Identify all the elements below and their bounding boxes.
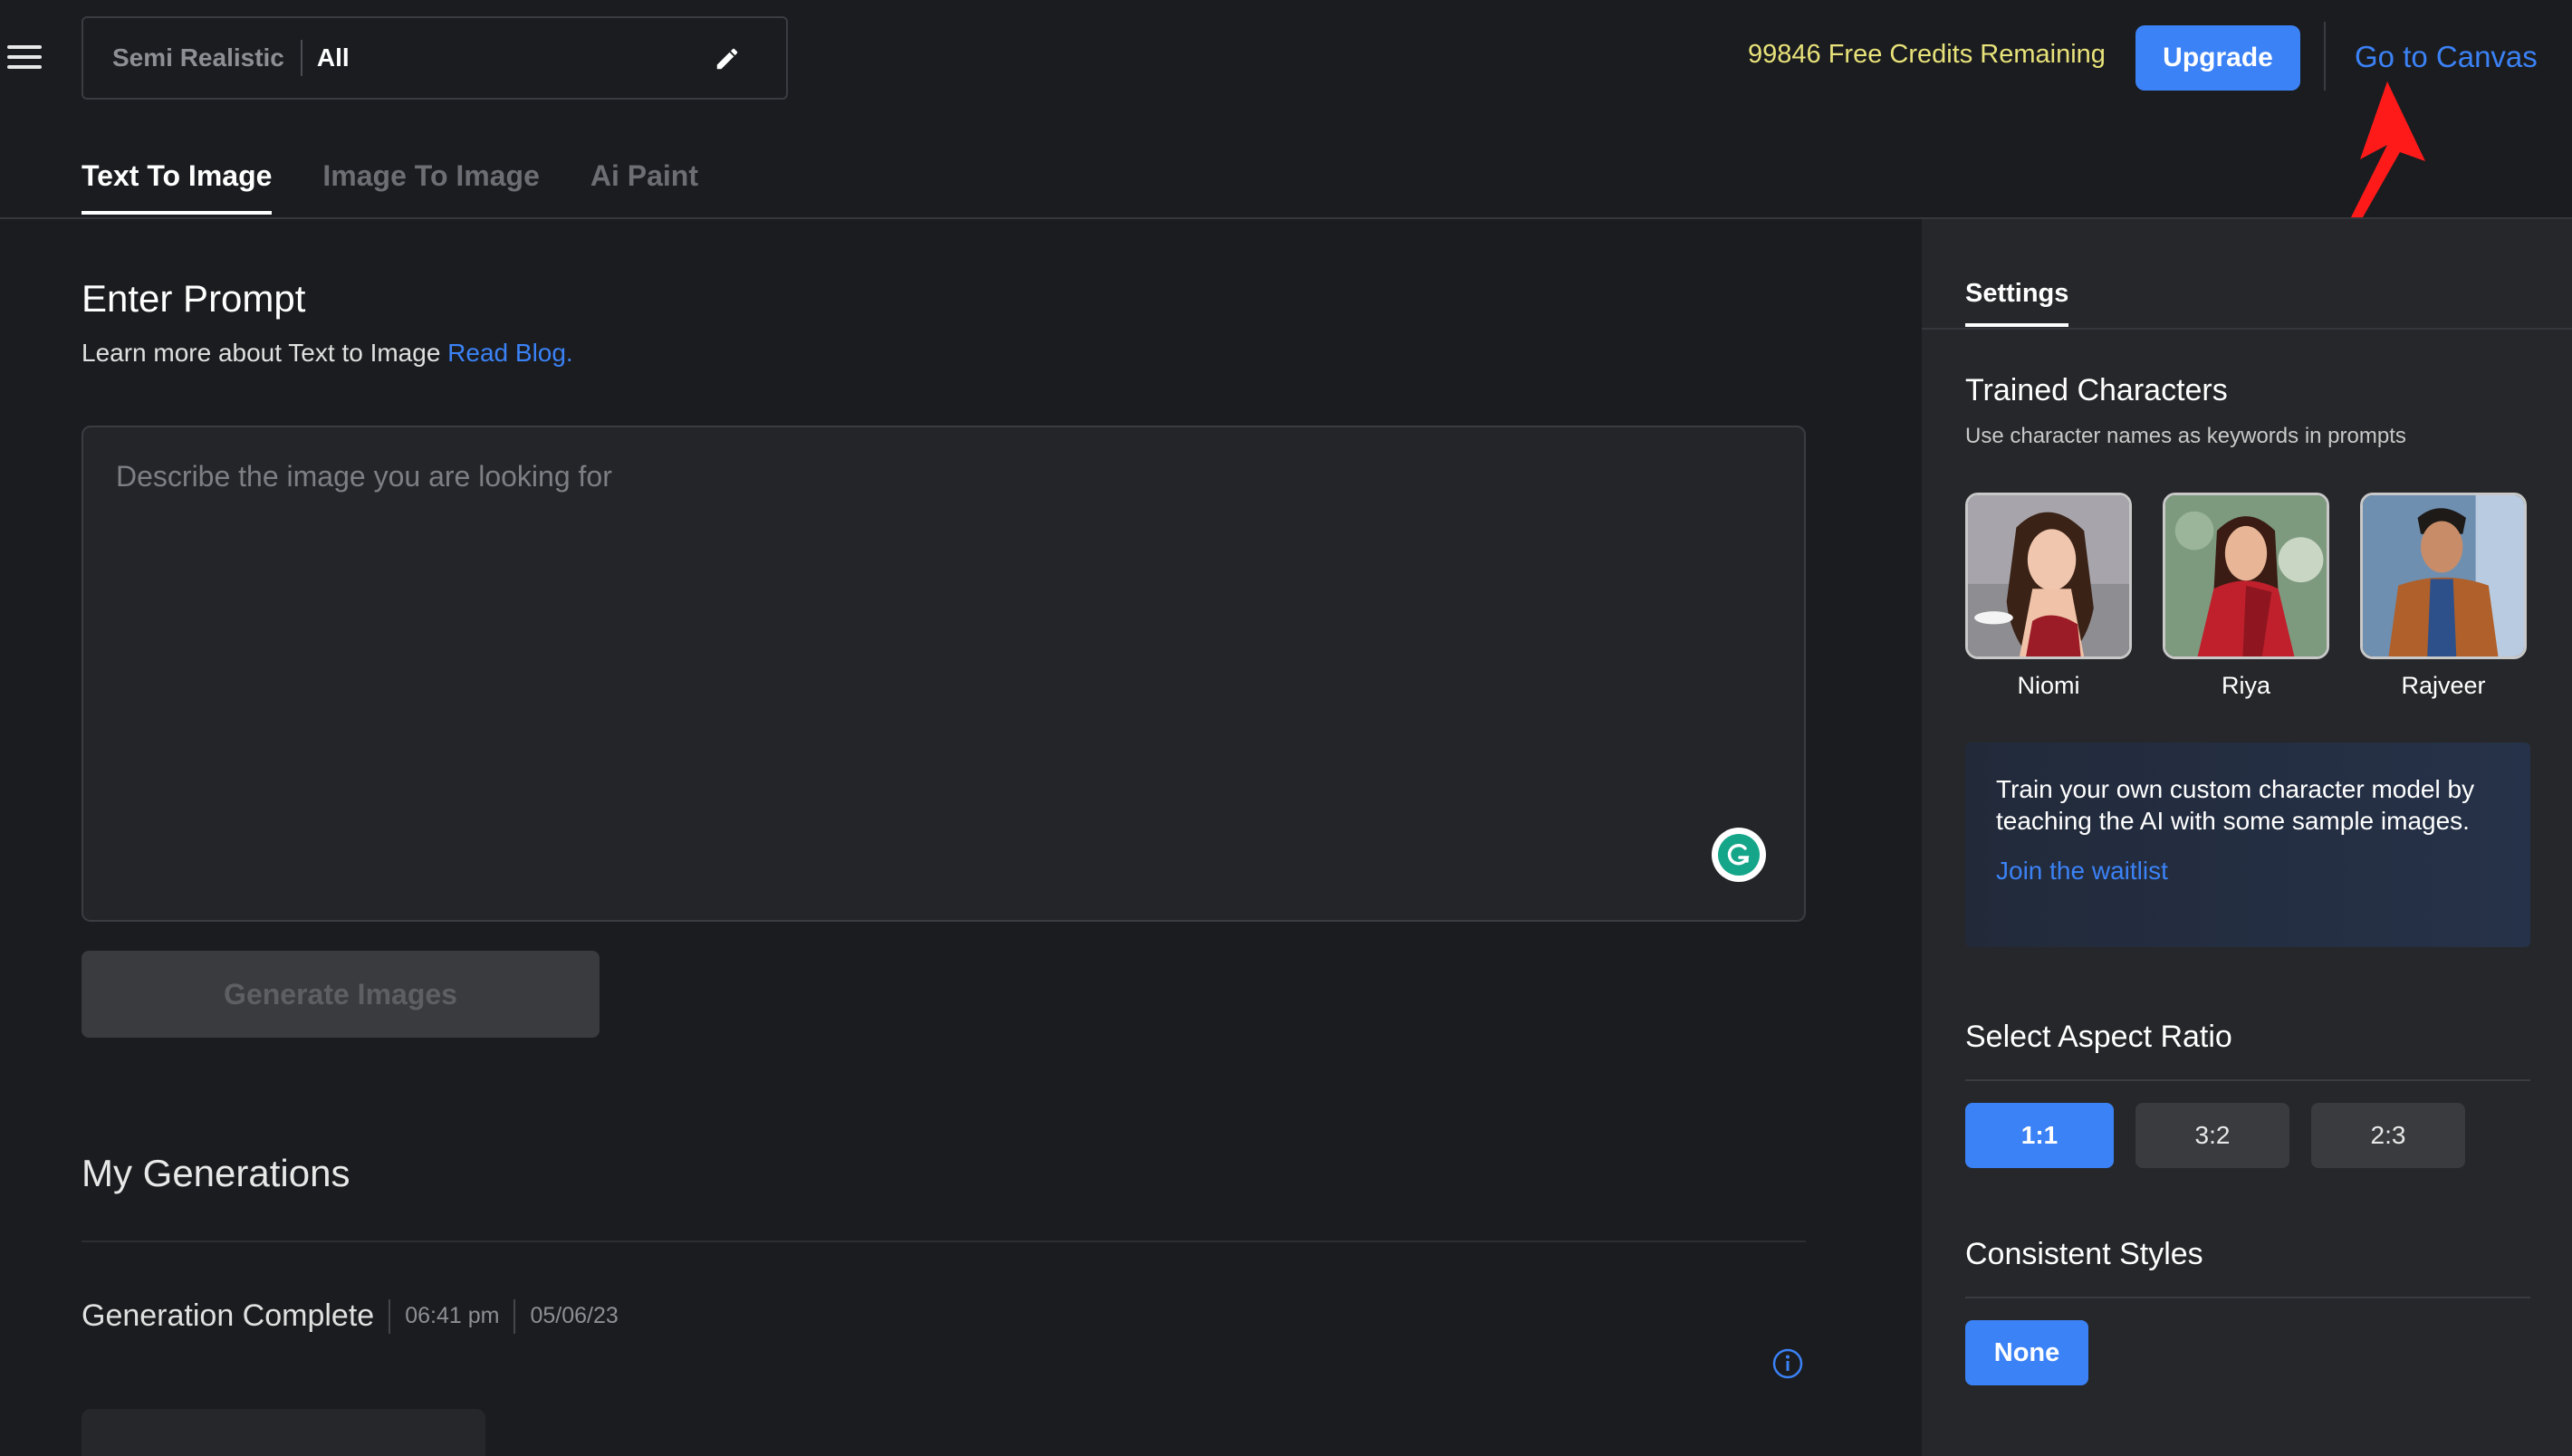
generation-time: 06:41 pm: [405, 1303, 500, 1328]
enter-prompt-title: Enter Prompt: [82, 277, 306, 320]
mode-tabs: Text To Image Image To Image Ai Paint: [82, 159, 698, 215]
character-card[interactable]: Riya: [2163, 493, 2329, 700]
aspect-ratio-options: 1:1 3:2 2:3: [1965, 1103, 2465, 1168]
grammarly-icon[interactable]: [1712, 828, 1766, 882]
pencil-icon[interactable]: [714, 45, 741, 72]
character-name: Niomi: [2017, 672, 2080, 699]
aspect-ratio-3-2-button[interactable]: 3:2: [2135, 1103, 2289, 1168]
character-name: Riya: [2221, 672, 2270, 699]
train-character-box: Train your own custom character model by…: [1965, 742, 2530, 947]
learn-more-text: Learn more about Text to Image Read Blog…: [82, 339, 573, 368]
tab-image-to-image[interactable]: Image To Image: [322, 159, 539, 215]
generation-card[interactable]: [82, 1409, 485, 1456]
header-divider: [2324, 22, 2326, 91]
generations-divider: [82, 1240, 1806, 1242]
character-avatar: [2360, 493, 2527, 659]
prompt-box: [82, 426, 1806, 922]
tab-settings[interactable]: Settings: [1965, 279, 2069, 327]
hamburger-menu-icon[interactable]: [7, 45, 42, 71]
model-category-label: All: [316, 43, 350, 72]
consistent-styles-title: Consistent Styles: [1965, 1237, 2203, 1271]
character-name: Rajveer: [2401, 672, 2486, 699]
character-avatar: [2163, 493, 2329, 659]
model-selector[interactable]: Semi Realistic All: [82, 16, 788, 100]
info-icon[interactable]: [1771, 1347, 1804, 1380]
generate-images-button[interactable]: Generate Images: [82, 951, 600, 1038]
generation-separator: [389, 1298, 391, 1334]
join-waitlist-link[interactable]: Join the waitlist: [1996, 857, 2500, 886]
generation-separator: [513, 1298, 516, 1334]
credits-remaining: 99846 Free Credits Remaining: [1748, 40, 2106, 69]
aspect-ratio-title: Select Aspect Ratio: [1965, 1020, 2232, 1054]
app-page: Semi Realistic All 99846 Free Credits Re…: [0, 0, 2572, 1456]
generation-status: Generation Complete: [82, 1298, 375, 1333]
model-style-label: Semi Realistic: [112, 43, 284, 72]
character-avatar: [1965, 493, 2132, 659]
settings-divider: [1922, 328, 2572, 330]
train-character-text: Train your own custom character model by…: [1996, 775, 2475, 835]
trained-characters-title: Trained Characters: [1965, 373, 2228, 407]
character-card[interactable]: Niomi: [1965, 493, 2132, 700]
aspect-ratio-2-3-button[interactable]: 2:3: [2311, 1103, 2465, 1168]
my-generations-title: My Generations: [82, 1152, 350, 1194]
tab-ai-paint[interactable]: Ai Paint: [590, 159, 698, 215]
aspect-ratio-divider: [1965, 1079, 2530, 1081]
style-none-button[interactable]: None: [1965, 1320, 2088, 1385]
character-list: Niomi Riya Rajveer: [1965, 493, 2527, 700]
learn-more-label: Learn more about Text to Image: [82, 339, 441, 367]
go-to-canvas-link[interactable]: Go to Canvas: [2355, 40, 2538, 74]
tab-text-to-image[interactable]: Text To Image: [82, 159, 273, 215]
model-divider: [300, 40, 302, 76]
read-blog-link[interactable]: Read Blog.: [447, 339, 573, 367]
consistent-styles-divider: [1965, 1297, 2530, 1298]
generation-date: 05/06/23: [530, 1303, 619, 1328]
character-card[interactable]: Rajveer: [2360, 493, 2527, 700]
trained-characters-subtitle: Use character names as keywords in promp…: [1965, 424, 2406, 448]
generation-row: Generation Complete 06:41 pm 05/06/23: [82, 1298, 619, 1334]
aspect-ratio-1-1-button[interactable]: 1:1: [1965, 1103, 2114, 1168]
upgrade-button[interactable]: Upgrade: [2135, 25, 2300, 91]
settings-panel: Settings Trained Characters Use characte…: [1922, 219, 2572, 1456]
prompt-input[interactable]: [83, 427, 1804, 920]
